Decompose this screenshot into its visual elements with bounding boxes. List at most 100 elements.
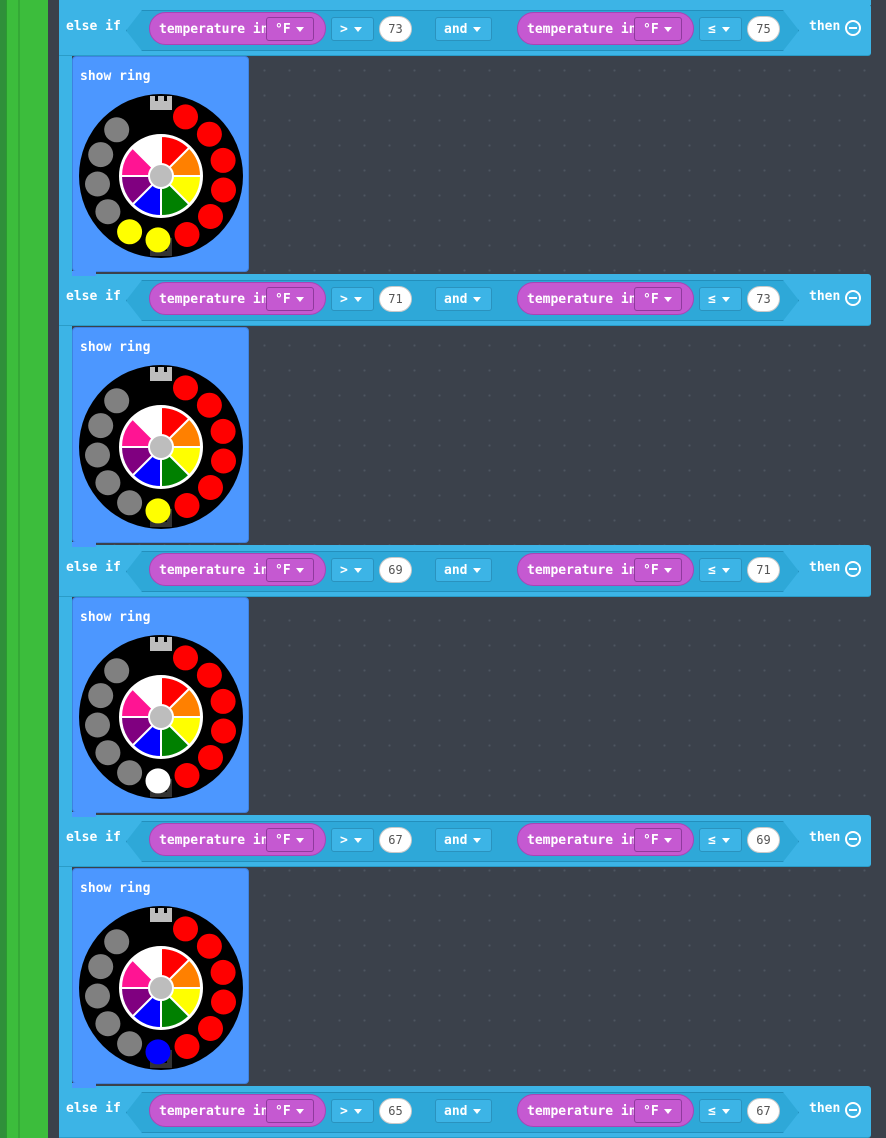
operator-dropdown[interactable]: > [331,17,374,41]
temperature-reporter[interactable]: temperature in °F [517,823,694,856]
led-2[interactable] [196,392,222,418]
led-12[interactable] [104,388,130,414]
operator-dropdown[interactable]: > [331,558,374,582]
unit-dropdown[interactable]: °F [266,1099,314,1123]
operator-dropdown[interactable]: and [435,17,492,41]
unit-dropdown[interactable]: °F [634,828,682,852]
led-ring-editor[interactable] [76,902,246,1072]
led-9[interactable] [95,1011,121,1037]
number-input[interactable]: 69 [379,557,412,583]
operator-dropdown[interactable]: and [435,287,492,311]
led-6[interactable] [174,493,200,518]
operator-dropdown[interactable]: and [435,828,492,852]
led-3[interactable] [210,147,236,173]
led-1[interactable] [173,104,198,130]
led-5[interactable] [198,745,223,770]
operator-dropdown[interactable]: and [435,558,492,582]
operator-dropdown[interactable]: ≤ [699,287,742,311]
temperature-reporter[interactable]: temperature in °F [149,553,326,586]
unit-dropdown[interactable]: °F [266,17,314,41]
led-3[interactable] [210,959,236,985]
led-5[interactable] [198,204,223,229]
led-10[interactable] [85,983,110,1009]
else-if-row[interactable]: else if temperature in °F >71 and temperature… [59,274,871,326]
operator-dropdown[interactable]: ≤ [699,1099,742,1123]
led-ring-editor[interactable] [76,361,246,531]
led-2[interactable] [196,933,222,959]
operator-dropdown[interactable]: > [331,287,374,311]
operator-dropdown[interactable]: ≤ [699,17,742,41]
show-ring-block[interactable]: show ring [72,597,249,813]
led-9[interactable] [95,740,121,766]
operator-dropdown[interactable]: and [435,1099,492,1123]
remove-branch-icon[interactable] [845,20,861,36]
led-1[interactable] [173,916,198,942]
led-12[interactable] [104,929,130,955]
else-if-row[interactable]: else if temperature in °F >67 and temperature… [59,815,871,867]
number-input[interactable]: 69 [747,827,780,853]
operator-dropdown[interactable]: > [331,1099,374,1123]
number-input[interactable]: 71 [379,286,412,312]
unit-dropdown[interactable]: °F [634,558,682,582]
led-5[interactable] [198,1016,223,1041]
remove-branch-icon[interactable] [845,290,861,306]
unit-dropdown[interactable]: °F [634,17,682,41]
remove-branch-icon[interactable] [845,561,861,577]
temperature-reporter[interactable]: temperature in °F [517,553,694,586]
else-if-row[interactable]: else if temperature in °F >65 and temperature… [59,1086,871,1138]
temperature-reporter[interactable]: temperature in °F [149,12,326,45]
led-4[interactable] [211,177,236,203]
temperature-reporter[interactable]: temperature in °F [517,1094,694,1127]
operator-dropdown[interactable]: ≤ [699,558,742,582]
led-2[interactable] [196,662,222,688]
else-if-row[interactable]: else if temperature in °F >73 and temperature… [59,4,871,56]
led-1[interactable] [173,375,198,401]
operator-dropdown[interactable]: ≤ [699,828,742,852]
led-6[interactable] [174,222,200,247]
led-4[interactable] [211,989,236,1015]
number-input[interactable]: 71 [747,557,780,583]
led-8[interactable] [117,490,143,516]
show-ring-block[interactable]: show ring [72,327,249,543]
on-start-block-body[interactable] [6,0,48,1138]
unit-dropdown[interactable]: °F [634,1099,682,1123]
show-ring-block[interactable]: show ring [72,868,249,1084]
led-10[interactable] [85,171,110,197]
led-6[interactable] [174,1034,200,1059]
unit-dropdown[interactable]: °F [634,287,682,311]
led-4[interactable] [211,718,236,744]
led-9[interactable] [95,470,121,496]
led-11[interactable] [88,413,114,439]
led-8[interactable] [117,1031,143,1057]
remove-branch-icon[interactable] [845,831,861,847]
else-if-row[interactable]: else if temperature in °F >69 and temperature… [59,545,871,597]
led-9[interactable] [95,199,121,225]
temperature-reporter[interactable]: temperature in °F [149,823,326,856]
led-ring-editor[interactable] [76,631,246,801]
number-input[interactable]: 65 [379,1098,412,1124]
led-2[interactable] [196,121,222,147]
unit-dropdown[interactable]: °F [266,828,314,852]
led-10[interactable] [85,442,110,468]
led-ring-editor[interactable] [76,90,246,260]
led-1[interactable] [173,645,198,671]
unit-dropdown[interactable]: °F [266,558,314,582]
led-3[interactable] [210,418,236,444]
operator-dropdown[interactable]: > [331,828,374,852]
led-4[interactable] [211,448,236,474]
number-input[interactable]: 75 [747,16,780,42]
number-input[interactable]: 73 [379,16,412,42]
led-12[interactable] [104,117,130,143]
led-8[interactable] [117,219,143,245]
led-10[interactable] [85,712,110,738]
number-input[interactable]: 67 [379,827,412,853]
show-ring-block[interactable]: show ring [72,56,249,272]
led-6[interactable] [174,763,200,788]
led-8[interactable] [117,760,143,786]
led-12[interactable] [104,658,130,684]
led-7[interactable] [145,768,171,794]
led-3[interactable] [210,688,236,714]
led-5[interactable] [198,475,223,500]
led-7[interactable] [145,1039,171,1065]
led-7[interactable] [145,227,171,253]
